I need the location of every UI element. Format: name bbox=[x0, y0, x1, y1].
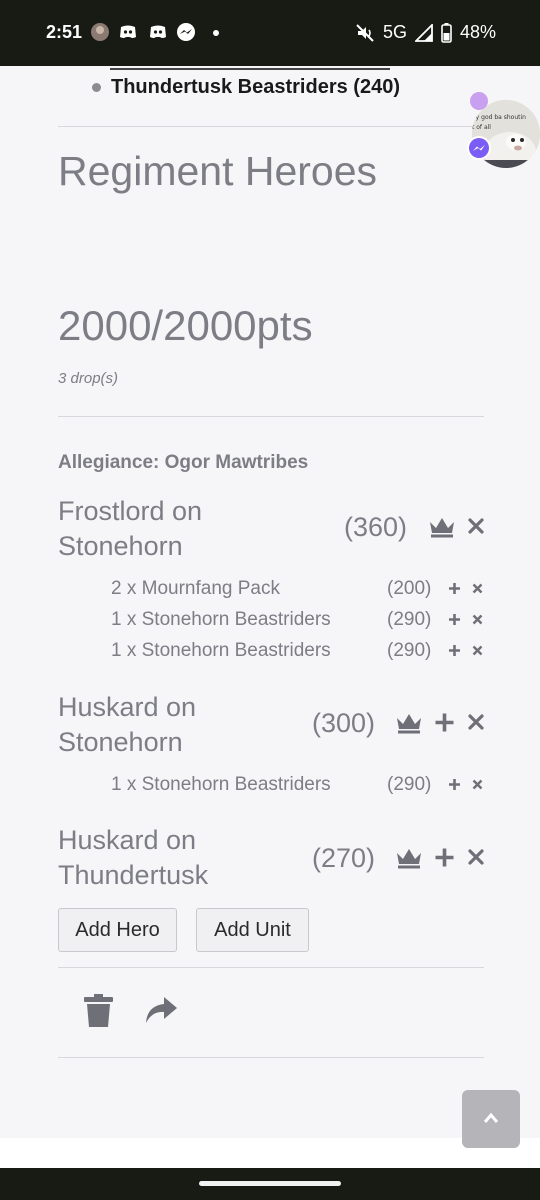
share-icon[interactable] bbox=[144, 996, 178, 1024]
battery-icon bbox=[441, 22, 452, 43]
chat-head-avatar: oy god ba shoutin t of all bbox=[467, 92, 540, 168]
divider bbox=[58, 126, 484, 127]
mute-icon bbox=[356, 23, 374, 42]
messenger-icon bbox=[177, 23, 195, 41]
system-nav-bar bbox=[0, 1168, 540, 1200]
unit-row: 1 x Stonehorn Beastriders (290) bbox=[111, 774, 491, 800]
chat-caption: t of all bbox=[472, 124, 491, 131]
status-bar: 2:51 5G 48% bbox=[0, 0, 540, 66]
crown-icon[interactable] bbox=[395, 847, 423, 869]
scroll-to-top-button[interactable] bbox=[462, 1090, 520, 1148]
unit-row: 1 x Stonehorn Beastriders (290) bbox=[111, 609, 491, 635]
unit-name: 1 x Stonehorn Beastriders bbox=[111, 609, 331, 630]
status-right: 5G 48% bbox=[355, 22, 496, 43]
unit-row: 1 x Stonehorn Beastriders (290) bbox=[111, 640, 491, 666]
discord-icon bbox=[120, 25, 136, 38]
hero-name: Frostlord on Stonehorn bbox=[58, 496, 203, 561]
unit-points: (290) bbox=[387, 774, 432, 795]
avatar-icon bbox=[91, 23, 109, 41]
hero-points: (300) bbox=[312, 708, 376, 738]
unit-name: 1 x Stonehorn Beastriders bbox=[111, 774, 331, 795]
divider bbox=[58, 1057, 484, 1058]
remove-unit-icon[interactable] bbox=[472, 779, 483, 790]
hero-name: Huskard on Thundertusk bbox=[58, 825, 209, 890]
discord-icon bbox=[150, 25, 166, 38]
hero-entry: Huskard on Thundertusk (270) bbox=[58, 823, 488, 893]
home-gesture-handle[interactable] bbox=[199, 1181, 341, 1186]
crown-icon[interactable] bbox=[428, 516, 456, 538]
delete-hero-icon[interactable] bbox=[468, 714, 484, 730]
unit-name: 1 x Stonehorn Beastriders bbox=[111, 640, 331, 661]
list-item: Thundertusk Beastriders (240) bbox=[92, 76, 400, 99]
add-unit-icon[interactable] bbox=[448, 644, 461, 657]
add-unit-icon[interactable] bbox=[434, 712, 455, 733]
remove-unit-icon[interactable] bbox=[472, 583, 483, 594]
trash-icon[interactable] bbox=[84, 994, 113, 1027]
cut-off-line bbox=[110, 66, 390, 72]
allegiance-label: Allegiance: Ogor Mawtribes bbox=[58, 452, 309, 473]
section-title: Regiment Heroes bbox=[58, 148, 378, 194]
hero-entry: Huskard on Stonehorn (300) bbox=[58, 690, 488, 760]
remove-unit-icon[interactable] bbox=[472, 645, 483, 656]
hero-entry: Frostlord on Stonehorn (360) bbox=[58, 494, 488, 564]
unread-dot bbox=[470, 92, 488, 110]
signal-icon bbox=[414, 23, 433, 42]
page-footer bbox=[0, 1138, 540, 1168]
add-unit-icon[interactable] bbox=[448, 613, 461, 626]
chat-caption: oy god ba shoutin bbox=[472, 114, 526, 121]
bullet-icon bbox=[92, 83, 101, 92]
list-item-label: Thundertusk Beastriders (240) bbox=[111, 76, 400, 98]
crown-icon[interactable] bbox=[395, 712, 423, 734]
points-total: 2000/2000pts bbox=[58, 302, 313, 349]
chevron-up-icon bbox=[483, 1112, 499, 1123]
hero-points: (270) bbox=[312, 843, 376, 873]
delete-hero-icon[interactable] bbox=[468, 849, 484, 865]
delete-hero-icon[interactable] bbox=[468, 518, 484, 534]
network-type: 5G bbox=[382, 22, 407, 42]
divider bbox=[58, 967, 484, 968]
drop-count: 3 drop(s) bbox=[58, 370, 119, 387]
clock: 2:51 bbox=[46, 22, 83, 42]
unit-name: 2 x Mournfang Pack bbox=[111, 578, 280, 599]
chat-head-bubble[interactable]: oy god ba shoutin t of all bbox=[466, 90, 540, 178]
add-unit-button[interactable]: Add Unit bbox=[196, 908, 309, 952]
unit-points: (200) bbox=[387, 578, 432, 599]
battery-level: 48% bbox=[459, 22, 496, 42]
unit-points: (290) bbox=[387, 609, 432, 630]
dot-icon bbox=[213, 30, 219, 36]
add-unit-icon[interactable] bbox=[448, 582, 461, 595]
remove-unit-icon[interactable] bbox=[472, 614, 483, 625]
add-unit-icon[interactable] bbox=[448, 778, 461, 791]
hero-name: Huskard on Stonehorn bbox=[58, 692, 197, 757]
unit-row: 2 x Mournfang Pack (200) bbox=[111, 578, 491, 604]
hero-points: (360) bbox=[344, 512, 408, 542]
divider bbox=[58, 416, 484, 417]
unit-points: (290) bbox=[387, 640, 432, 661]
add-unit-icon[interactable] bbox=[434, 847, 455, 868]
add-hero-button[interactable]: Add Hero bbox=[58, 908, 177, 952]
